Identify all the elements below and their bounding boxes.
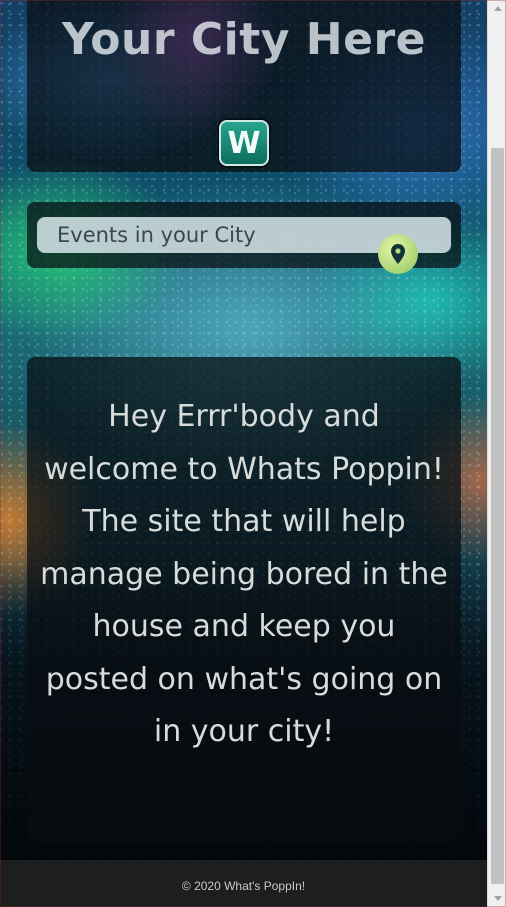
- welcome-message: Hey Errr'body and welcome to Whats Poppi…: [40, 399, 448, 749]
- copyright-text: © 2020 What's PoppIn!: [181, 879, 306, 893]
- logo-letter: W: [227, 125, 261, 161]
- scroll-up-arrow[interactable]: [488, 0, 506, 17]
- page-background: Your City Here W Hey Errr'body and welco…: [0, 0, 487, 907]
- location-button[interactable]: [378, 234, 418, 274]
- search-panel: [27, 202, 461, 274]
- header-panel: Your City Here W: [27, 0, 461, 172]
- welcome-panel: Hey Errr'body and welcome to Whats Poppi…: [27, 357, 461, 842]
- vertical-scrollbar[interactable]: [487, 0, 506, 907]
- chevron-down-icon: [493, 896, 502, 901]
- footer: © 2020 What's PoppIn!: [0, 860, 487, 907]
- chevron-up-icon: [493, 6, 502, 11]
- scroll-down-arrow[interactable]: [488, 890, 506, 907]
- page-title: Your City Here: [61, 14, 426, 65]
- scrollbar-thumb[interactable]: [491, 148, 504, 884]
- site-logo[interactable]: W: [219, 120, 269, 166]
- map-pin-icon: [391, 244, 405, 264]
